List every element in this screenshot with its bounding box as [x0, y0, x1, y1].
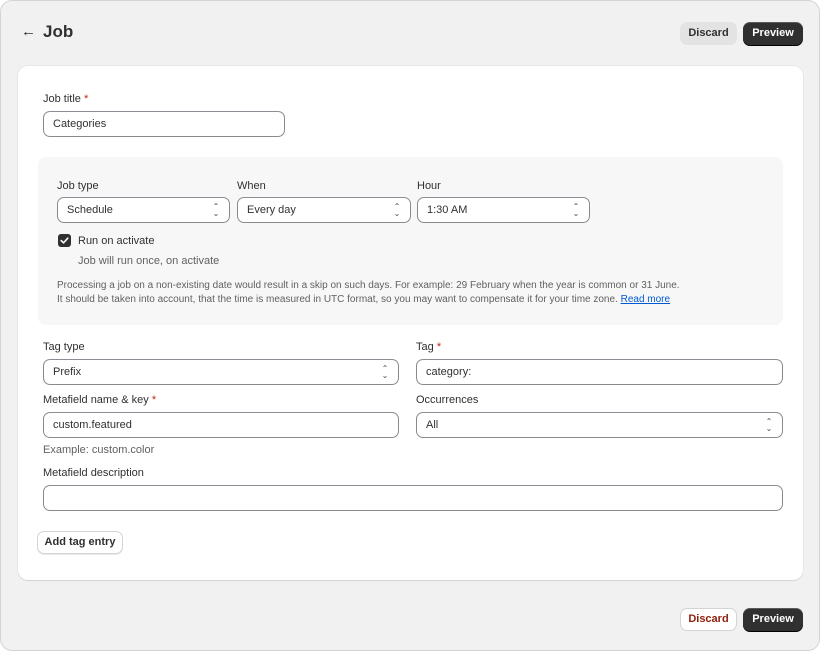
- job-type-select[interactable]: Schedule ⌃ ⌄: [57, 197, 230, 223]
- note-line-1: Processing a job on a non-existing date …: [57, 280, 680, 291]
- hour-label: Hour: [417, 180, 441, 192]
- when-select[interactable]: Every day ⌃ ⌄: [237, 197, 411, 223]
- schedule-note: Processing a job on a non-existing date …: [57, 279, 757, 307]
- run-on-activate-label: Run on activate: [78, 235, 155, 247]
- tag-label: Tag *: [416, 341, 442, 353]
- select-chevron-icon: ⌃ ⌄: [393, 202, 401, 218]
- page-header: ← Job Discard Preview: [1, 1, 819, 65]
- tag-type-label: Tag type: [43, 341, 85, 353]
- job-title-input[interactable]: Categories: [43, 111, 285, 137]
- job-type-label: Job type: [57, 180, 99, 192]
- job-title-label: Job title *: [43, 93, 89, 105]
- back-arrow-icon[interactable]: ←: [21, 23, 37, 41]
- select-chevron-icon: ⌃ ⌄: [572, 202, 580, 218]
- when-value: Every day: [247, 204, 296, 216]
- select-chevron-icon: ⌃ ⌄: [381, 364, 389, 380]
- select-chevron-icon: ⌃ ⌄: [765, 417, 773, 433]
- read-more-link[interactable]: Read more: [621, 294, 670, 305]
- note-line-2: It should be taken into account, that th…: [57, 294, 671, 305]
- job-type-value: Schedule: [67, 204, 113, 216]
- discard-button-top[interactable]: Discard: [680, 22, 737, 45]
- occurrences-value: All: [426, 419, 439, 431]
- run-on-activate-help: Job will run once, on activate: [78, 255, 220, 267]
- metafield-description-label: Metafield description: [43, 467, 144, 479]
- tag-type-value: Prefix: [53, 366, 82, 378]
- occurrences-label: Occurrences: [416, 394, 479, 406]
- add-tag-entry-button[interactable]: Add tag entry: [37, 531, 123, 554]
- discard-button-bottom[interactable]: Discard: [680, 608, 737, 631]
- metafield-description-input[interactable]: [43, 485, 783, 511]
- metafield-key-input[interactable]: custom.featured: [43, 412, 399, 438]
- run-on-activate-checkbox[interactable]: [58, 234, 71, 247]
- job-form-card: Job title * Categories Job type Schedule…: [18, 66, 803, 580]
- occurrences-select[interactable]: All ⌃ ⌄: [416, 412, 783, 438]
- app-window: ← Job Discard Preview Job title * Catego…: [0, 0, 820, 651]
- hour-select[interactable]: 1:30 AM ⌃ ⌄: [417, 197, 590, 223]
- metafield-key-label: Metafield name & key *: [43, 394, 157, 406]
- checkmark-icon: [60, 237, 69, 244]
- preview-button-bottom[interactable]: Preview: [743, 608, 803, 631]
- tag-type-select[interactable]: Prefix ⌃ ⌄: [43, 359, 399, 385]
- page-title: Job: [43, 22, 74, 41]
- tag-input[interactable]: category:: [416, 359, 783, 385]
- metafield-key-help: Example: custom.color: [43, 444, 155, 456]
- when-label: When: [237, 180, 266, 192]
- hour-value: 1:30 AM: [427, 204, 468, 216]
- preview-button-top[interactable]: Preview: [743, 22, 803, 45]
- select-chevron-icon: ⌃ ⌄: [212, 202, 220, 218]
